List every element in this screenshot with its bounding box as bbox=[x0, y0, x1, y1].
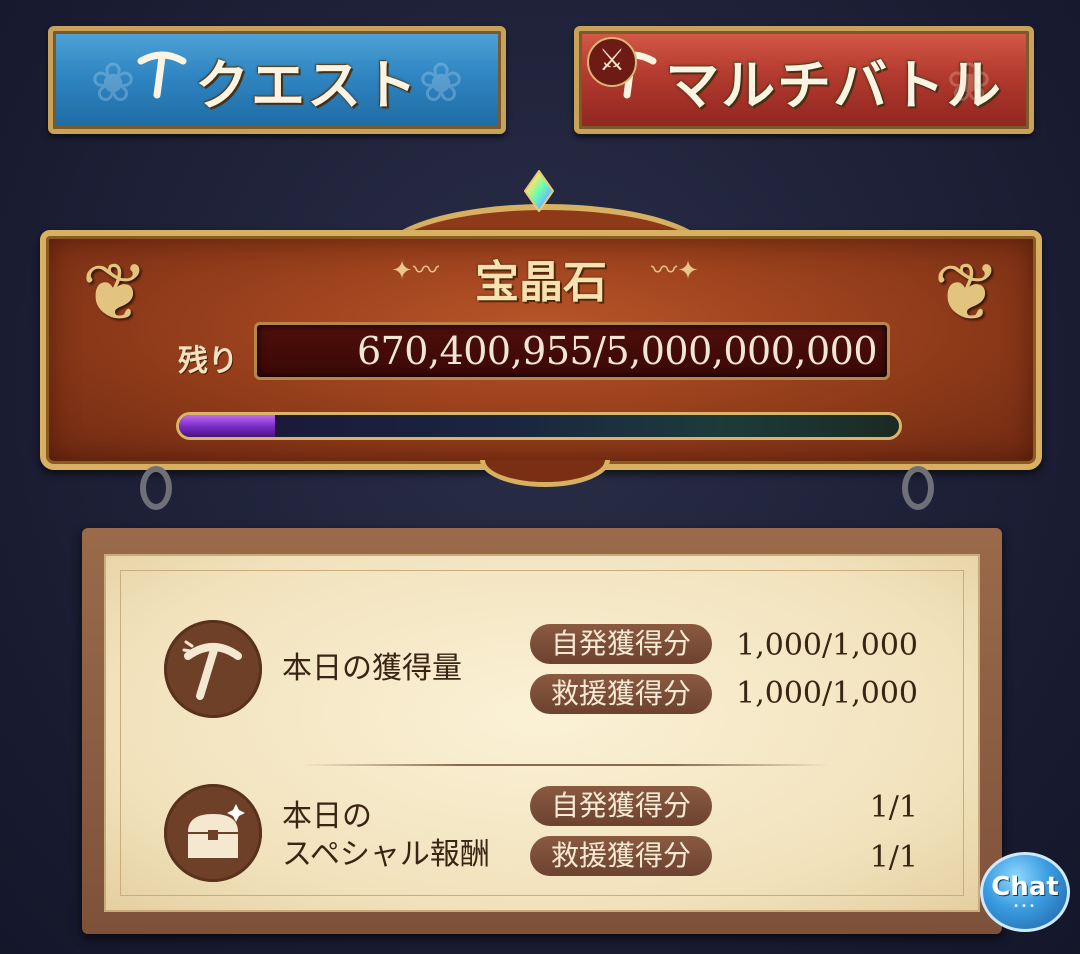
remaining-progress-bar bbox=[176, 412, 902, 440]
plaque-title: 宝晶石 bbox=[475, 257, 607, 308]
chat-button[interactable]: Chat ••• bbox=[980, 852, 1070, 932]
hanging-ring bbox=[140, 466, 172, 510]
chat-button-label: Chat bbox=[991, 872, 1059, 902]
board-parchment: 本日の獲得量 自発獲得分 1,000/1,000 救援獲得分 1,000/1,0… bbox=[104, 554, 980, 912]
crystal-stone-plaque: ❦ ❦ ✦〰 宝晶石 〰✦ 残り 670,400,955/5,000,000,0… bbox=[40, 170, 1042, 487]
special-rescue-gain-label: 救援獲得分 bbox=[530, 836, 712, 876]
crossed-swords-icon: ⚔ bbox=[587, 37, 637, 87]
daily-reward-board: 本日の獲得量 自発獲得分 1,000/1,000 救援獲得分 1,000/1,0… bbox=[82, 528, 1002, 934]
self-gain-value: 1,000/1,000 bbox=[736, 628, 918, 663]
daily-gain-title: 本日の獲得量 bbox=[282, 651, 462, 686]
special-reward-title-line1: 本日の bbox=[282, 799, 372, 834]
special-self-gain-label: 自発獲得分 bbox=[530, 786, 712, 826]
flower-ornament-icon: ❀ bbox=[418, 51, 464, 114]
special-self-gain-value: 1/1 bbox=[869, 790, 918, 825]
multi-battle-button[interactable]: ⚔ ❀ マルチバトル bbox=[574, 26, 1034, 134]
pickaxe-icon bbox=[135, 47, 189, 114]
remaining-value: 670,400,955/5,000,000,000 bbox=[356, 329, 878, 373]
special-reward-title-line2: スペシャル報酬 bbox=[282, 837, 490, 872]
hanging-ring bbox=[902, 466, 934, 510]
flower-ornament-icon: ❀ bbox=[946, 51, 992, 114]
rescue-gain-label: 救援獲得分 bbox=[530, 674, 712, 714]
title-flourish-right-icon: 〰✦ bbox=[651, 256, 699, 286]
quest-button[interactable]: ❀ ❀ クエスト bbox=[48, 26, 506, 134]
special-rescue-gain-value: 1/1 bbox=[869, 840, 918, 875]
quest-button-label: クエスト bbox=[195, 53, 419, 117]
flower-ornament-icon: ❀ bbox=[90, 51, 136, 114]
pickaxe-icon bbox=[164, 620, 262, 718]
self-gain-label: 自発獲得分 bbox=[530, 624, 712, 664]
plaque-bottom-crest bbox=[480, 460, 610, 487]
rainbow-crystal-icon bbox=[524, 170, 554, 212]
remaining-progress-fill bbox=[179, 415, 276, 437]
chat-dots-icon: ••• bbox=[1013, 901, 1037, 912]
rescue-gain-value: 1,000/1,000 bbox=[736, 676, 918, 711]
remaining-label: 残り bbox=[178, 344, 238, 379]
treasure-chest-icon bbox=[164, 784, 262, 882]
row-divider bbox=[302, 764, 830, 766]
remaining-value-box: 670,400,955/5,000,000,000 bbox=[254, 322, 890, 380]
